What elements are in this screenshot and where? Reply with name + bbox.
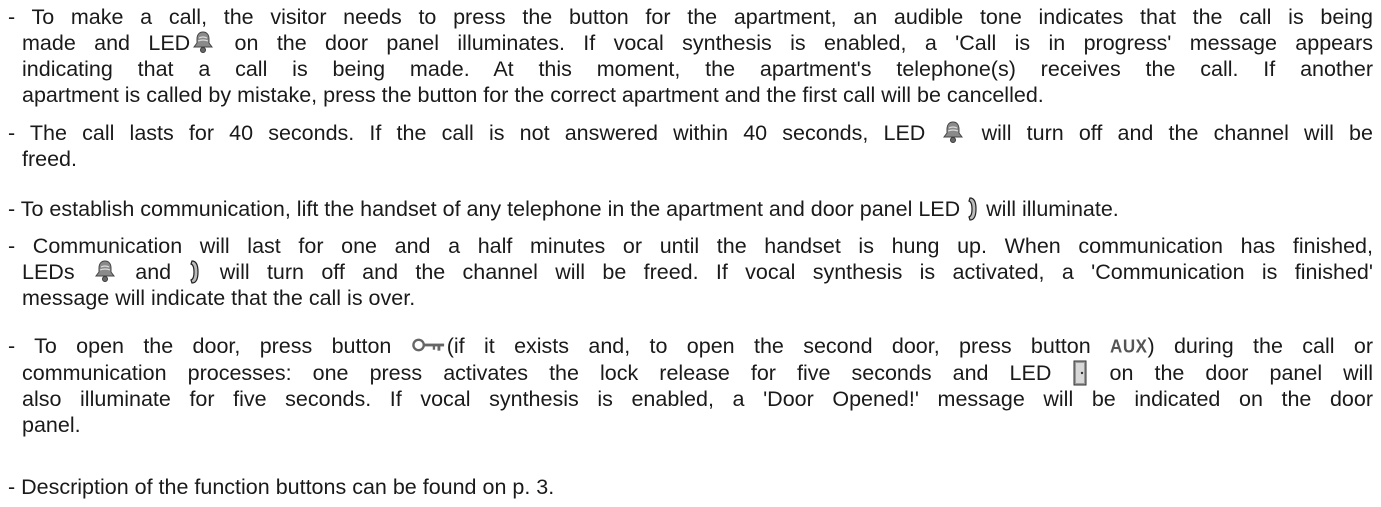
paragraph-establish-communication: - To establish communication, lift the h… [8, 196, 1373, 222]
paragraph-function-buttons: - Description of the function buttons ca… [8, 474, 1373, 500]
key-icon [412, 337, 446, 353]
text-line: LEDs and will turn off and the channel w… [22, 259, 1373, 285]
bell-icon [941, 120, 965, 144]
text-line: - The call lasts for 40 seconds. If the … [8, 120, 1373, 145]
paragraph-communication-length: - Communication will last for one and a … [8, 233, 1373, 311]
text-line: communication processes: one press activ… [22, 360, 1374, 386]
bell-icon [191, 30, 215, 54]
text-line: - Description of the function buttons ca… [8, 475, 555, 499]
paragraph-call-duration: - The call lasts for 40 seconds. If the … [8, 120, 1373, 172]
text-line: made and LED on the door panel illuminat… [22, 30, 1373, 55]
text-line: freed. [22, 147, 77, 171]
text-line: - To make a call, the visitor needs to p… [8, 5, 1373, 29]
text-line: - To open the door, press button (if it … [8, 333, 1373, 360]
text-line: apartment is called by mistake, press th… [22, 83, 1044, 107]
text-line: - To establish communication, lift the h… [8, 196, 1119, 222]
bell-icon [93, 259, 117, 283]
text-line: also illuminate for five seconds. If voc… [22, 387, 1373, 411]
aux-button-label: AUX [1110, 336, 1148, 357]
text-line: indicating that a call is being made. At… [22, 57, 1373, 81]
handset-icon [967, 196, 979, 222]
text-line: - Communication will last for one and a … [8, 234, 1373, 258]
text-line: panel. [22, 413, 81, 437]
handset-icon [189, 259, 201, 285]
paragraph-open-door: - To open the door, press button (if it … [8, 333, 1373, 438]
door-icon [1073, 360, 1087, 386]
instructions-document: - To make a call, the visitor needs to p… [0, 0, 1381, 507]
text-line: message will indicate that the call is o… [22, 286, 416, 310]
paragraph-make-call: - To make a call, the visitor needs to p… [8, 4, 1373, 108]
